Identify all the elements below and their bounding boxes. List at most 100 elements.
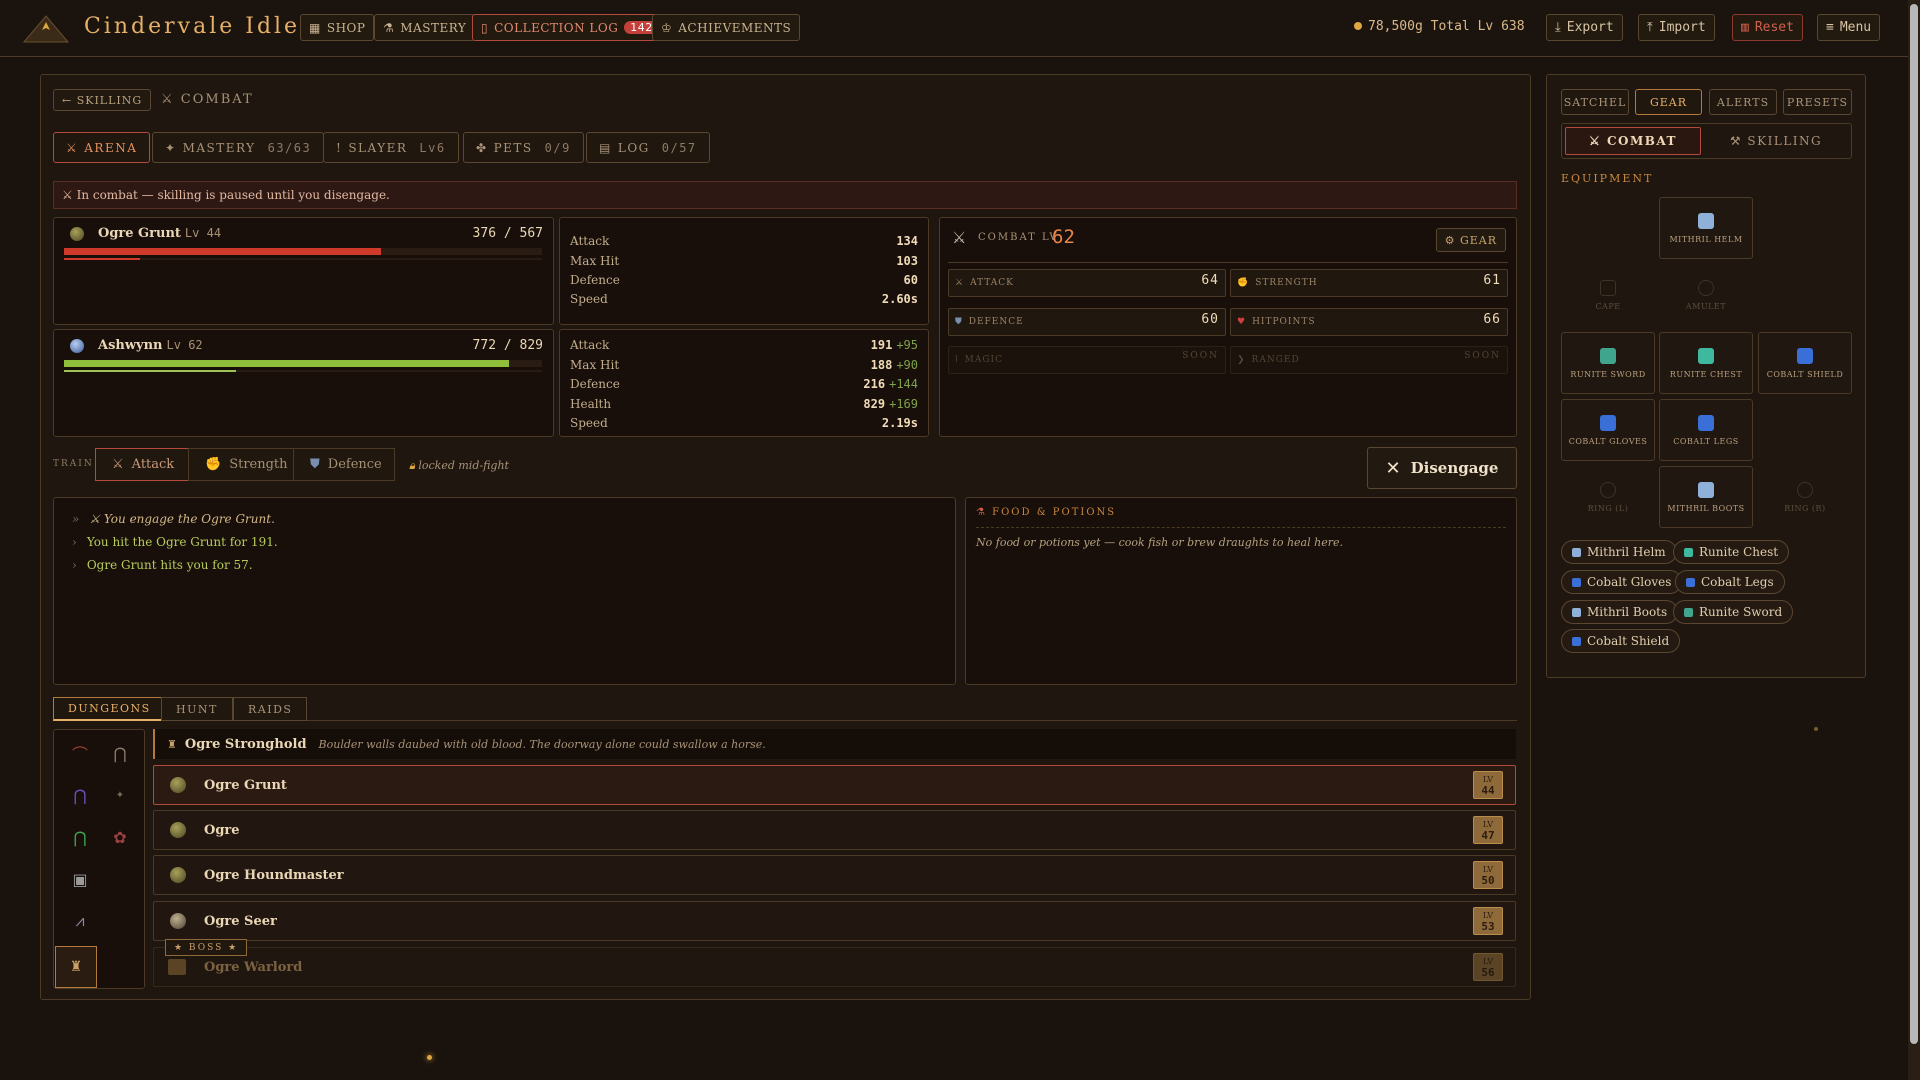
food-potions-panel: ⚗ Food & Potions No food or potions yet … [965, 497, 1517, 685]
stat-bonus: +144 [889, 377, 918, 391]
tab-alerts[interactable]: ALERTS [1709, 89, 1777, 115]
train-strength-button[interactable]: ✊ Strength [188, 448, 294, 481]
player-stats-card: Attack 191 +95 Max Hit 188 +90 Defence 216 +14… [559, 329, 929, 437]
slot-legs[interactable]: Cobalt Legs [1659, 399, 1753, 461]
loadout-combat-button[interactable]: ⚔ COMBAT [1565, 127, 1701, 155]
stat-label: Attack [570, 234, 610, 248]
skill-value: 64 [1201, 273, 1219, 288]
fortress-icon: ♜ [167, 737, 177, 751]
slot-boots[interactable]: Mithril Boots [1659, 466, 1753, 528]
stat-bonus: +95 [896, 338, 918, 352]
chip-label: Mithril Helm [1587, 545, 1666, 559]
nav-shop-button[interactable]: ▦ SHOP [300, 14, 375, 41]
gold-amount: 78,500g [1368, 19, 1423, 34]
loadout-skilling-button[interactable]: ⚒ SKILLING [1704, 127, 1848, 155]
mountain-icon[interactable]: ⩘ [67, 910, 93, 932]
monster-row-ogre-warlord[interactable]: Ogre Warlord LV 56 [153, 947, 1516, 987]
monster-row-ogre-seer[interactable]: Ogre Seer LV 53 [153, 901, 1516, 941]
fortress-icon[interactable]: ♜ [55, 946, 97, 988]
sparkle-icon[interactable]: ✦ [107, 784, 133, 806]
tab-mastery-label: MASTERY [182, 140, 256, 155]
equipped-chip[interactable]: Runite Chest [1673, 540, 1790, 564]
ring-icon [1797, 481, 1813, 498]
disengage-button[interactable]: ✕ Disengage [1367, 447, 1517, 489]
equipped-chip[interactable]: Mithril Helm [1561, 540, 1677, 564]
level-prefix: LV [1482, 865, 1494, 874]
slot-ring-right[interactable]: Ring (R) [1758, 466, 1852, 528]
equipped-chip[interactable]: Mithril Boots [1561, 600, 1679, 624]
tab-arena[interactable]: ⚔ ARENA [53, 132, 151, 163]
monster-row-ogre-grunt[interactable]: Ogre Grunt LV 44 [153, 765, 1516, 805]
monster-row-ogre[interactable]: Ogre LV 47 [153, 810, 1516, 850]
tab-hunt[interactable]: HUNT [161, 697, 233, 721]
nav-mastery-button[interactable]: ⚗ MASTERY [374, 14, 476, 41]
menu-button[interactable]: ≡ Menu [1817, 14, 1881, 41]
crypt-icon[interactable]: ⋂ [107, 742, 133, 764]
player-level: Lv 62 [166, 338, 203, 352]
food-potions-title: ⚗ Food & Potions [976, 507, 1116, 518]
tab-mastery[interactable]: ✦ MASTERY 63/63 [152, 132, 325, 163]
tab-presets[interactable]: PRESETS [1783, 89, 1852, 115]
slot-shield[interactable]: Cobalt Shield [1758, 332, 1852, 394]
gate-icon[interactable]: ▣ [67, 868, 93, 890]
import-button[interactable]: ⤒ Import [1638, 14, 1715, 41]
shield-icon: ⛊ [955, 317, 963, 327]
tab-log[interactable]: ▤ LOG 0/57 [586, 132, 710, 163]
slot-helm[interactable]: Mithril Helm [1659, 197, 1753, 259]
equipped-chip[interactable]: Cobalt Shield [1561, 629, 1681, 653]
log-entry: › Ogre Grunt hits you for 57. [72, 558, 253, 572]
gear-button[interactable]: ⚙ GEAR [1435, 228, 1506, 252]
tab-raids[interactable]: RAIDS [233, 697, 308, 721]
flower-icon[interactable]: ✿ [107, 826, 133, 848]
scrollbar-thumb[interactable] [1910, 4, 1918, 1044]
train-attack-button[interactable]: ⚔ Attack [95, 448, 189, 481]
food-empty-message: No food or potions yet — cook fish or br… [976, 536, 1343, 549]
forest-cave-icon[interactable]: ⋂ [67, 826, 93, 848]
monster-row-ogre-houndmaster[interactable]: Ogre Houndmaster LV 50 [153, 855, 1516, 895]
tab-satchel[interactable]: SATCHEL [1561, 89, 1629, 115]
nav-collection-log-button[interactable]: ▯ COLLECTION LOG 142 [472, 14, 668, 41]
enemy-level: Lv 44 [184, 226, 222, 240]
equipped-chip[interactable]: Cobalt Legs [1675, 570, 1785, 594]
cave-icon[interactable]: ⌒ [67, 742, 93, 764]
combat-level-card: ⚔ Combat Lv 62 ⚙ GEAR ⚔ Attack 64 ✊ Strengt… [939, 217, 1517, 437]
train-defence-button[interactable]: ⛊ Defence [293, 448, 395, 481]
caret-icon: › [72, 535, 77, 549]
nav-achievements-button[interactable]: ♔ ACHIEVEMENTS [652, 14, 801, 41]
ogre-icon [170, 822, 186, 838]
player-name: Ashwynn Lv 62 [98, 338, 203, 353]
skill-label: Magic [964, 355, 1004, 365]
scrollbar[interactable] [1908, 0, 1920, 1080]
slot-ring-left[interactable]: Ring (L) [1561, 466, 1655, 528]
slot-weapon[interactable]: Runite Sword [1561, 332, 1655, 394]
food-potions-title-text: Food & Potions [992, 507, 1117, 518]
tab-slayer[interactable]: ! SLAYER Lv6 [323, 132, 459, 163]
nav-achievements-label: ACHIEVEMENTS [678, 20, 792, 35]
enemy-stat-defence: Defence 60 [570, 273, 918, 287]
tab-gear[interactable]: GEAR [1635, 89, 1702, 115]
tab-pets[interactable]: ✤ PETS 0/9 [463, 132, 584, 163]
enemy-name-text: Ogre Grunt [98, 226, 181, 241]
back-to-skilling-button[interactable]: ← SKILLING [53, 89, 152, 111]
stat-value: 216 +144 [863, 377, 918, 391]
paw-icon: ✤ [476, 140, 488, 155]
chip-label: Cobalt Legs [1701, 575, 1774, 589]
slot-gloves[interactable]: Cobalt Gloves [1561, 399, 1655, 461]
equipped-chip[interactable]: Runite Sword [1673, 600, 1794, 624]
slot-label: Mithril Boots [1667, 503, 1745, 513]
slot-amulet[interactable]: Amulet [1659, 264, 1753, 326]
tower-icon[interactable]: ⋂ [67, 784, 93, 806]
export-button[interactable]: ⤓ Export [1546, 14, 1623, 41]
upload-icon: ⤒ [1647, 20, 1653, 35]
dungeon-list: ⌒ ⋂ ⋂ ✦ ⋂ ✿ ▣ ⩘ ♜ [53, 729, 145, 989]
slot-cape[interactable]: Cape [1561, 264, 1655, 326]
swords-icon: ⚔ [66, 140, 79, 155]
equipped-chip[interactable]: Cobalt Gloves [1561, 570, 1683, 594]
skill-defence: ⛊ Defence 60 [948, 308, 1226, 336]
skill-value: 66 [1483, 312, 1501, 327]
train-option-label: Defence [327, 457, 382, 472]
tab-dungeons[interactable]: DUNGEONS [53, 697, 166, 721]
reset-button[interactable]: ▥ Reset [1732, 14, 1803, 41]
slot-body[interactable]: Runite Chest [1659, 332, 1753, 394]
stat-label: Max Hit [570, 358, 620, 372]
